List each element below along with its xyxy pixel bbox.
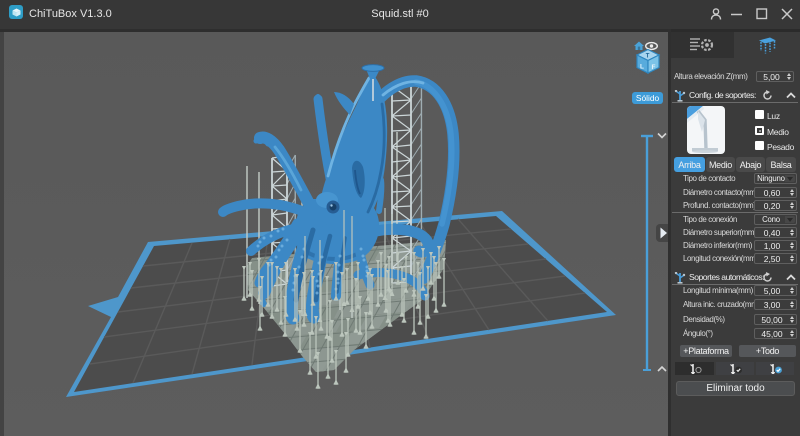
svg-text:T: T: [646, 54, 650, 60]
svg-text:F: F: [652, 64, 656, 71]
svg-text:L: L: [640, 64, 644, 71]
